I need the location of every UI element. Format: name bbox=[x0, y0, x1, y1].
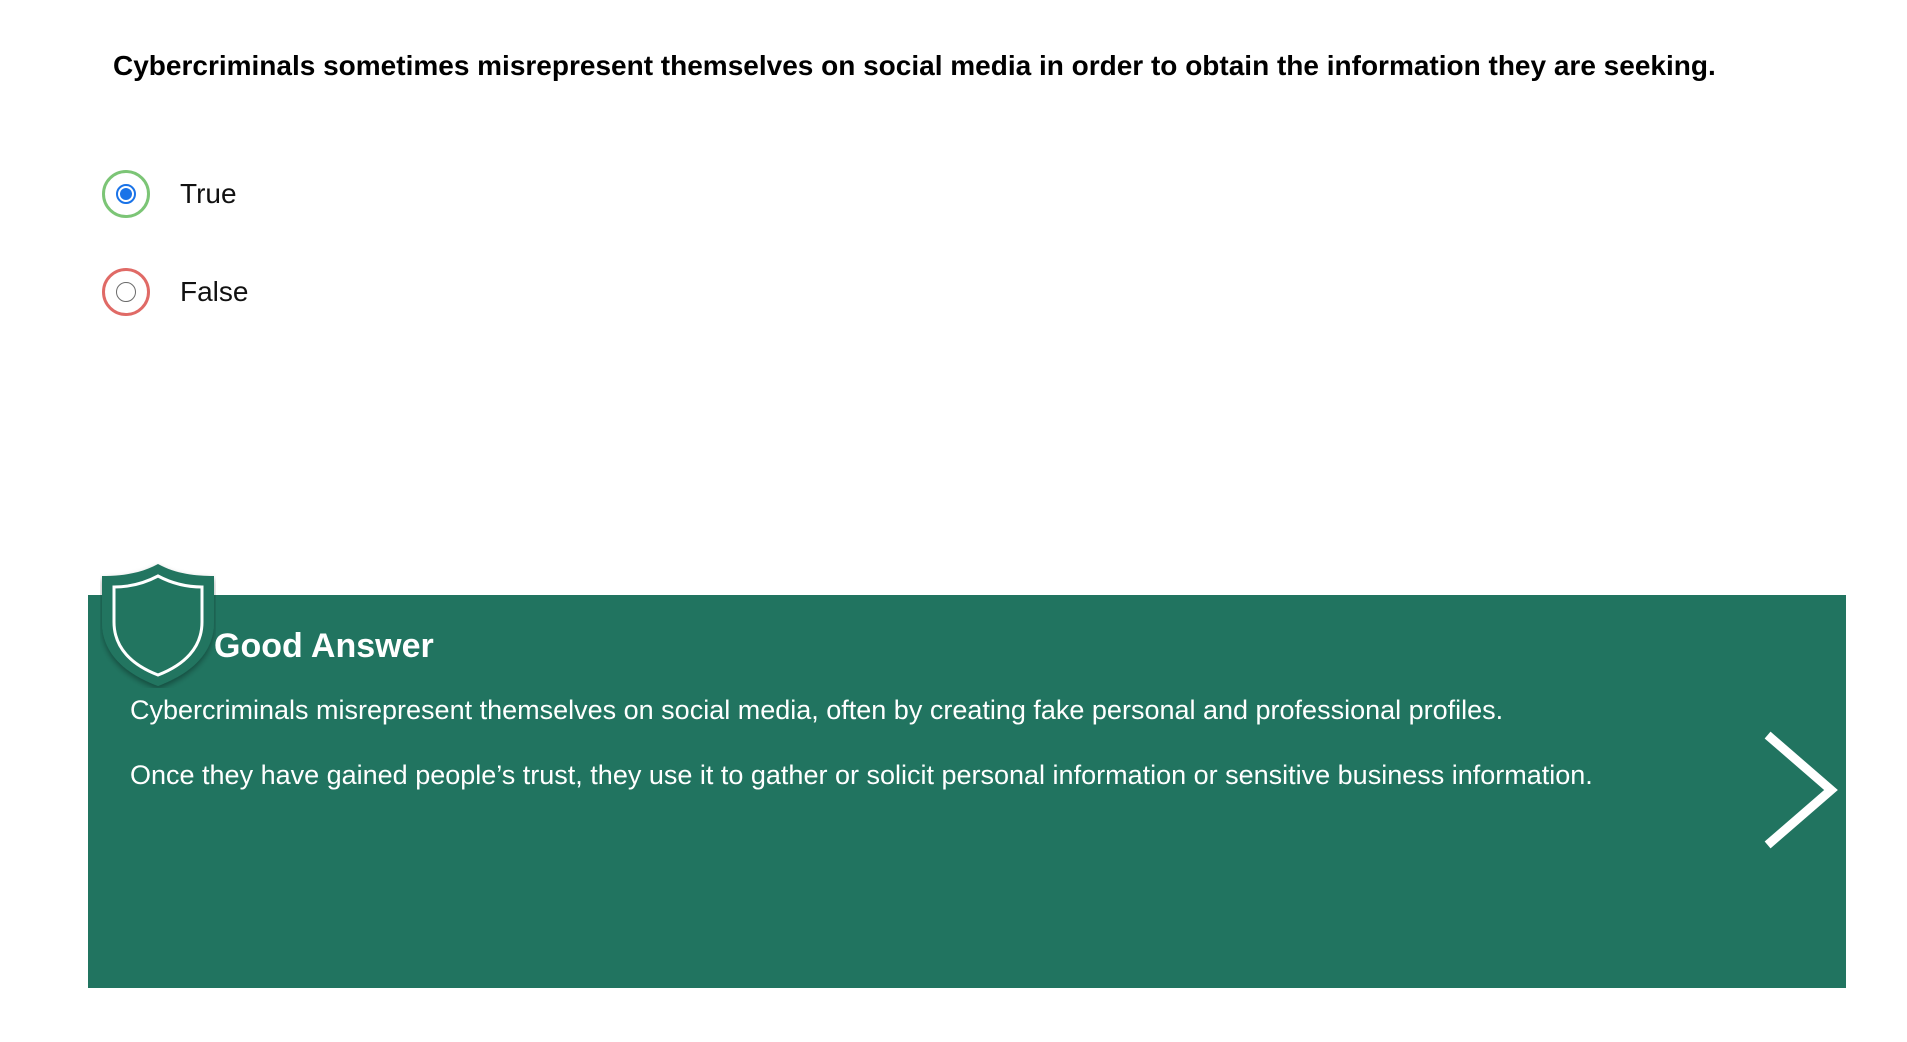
feedback-panel: Good Answer Cybercriminals misrepresent … bbox=[88, 595, 1846, 988]
radio-false[interactable] bbox=[116, 282, 136, 302]
feedback-paragraph: Once they have gained people’s trust, th… bbox=[130, 760, 1593, 790]
option-true[interactable]: True bbox=[102, 170, 237, 218]
option-true-label: True bbox=[180, 178, 237, 209]
radio-true[interactable] bbox=[116, 184, 136, 204]
question-text: Cybercriminals sometimes misrepresent th… bbox=[113, 50, 1716, 81]
shield-icon bbox=[102, 564, 214, 686]
option-false-label: False bbox=[180, 276, 249, 307]
radio-ring-correct bbox=[102, 170, 150, 218]
feedback-title: Good Answer bbox=[214, 627, 434, 665]
option-false[interactable]: False bbox=[102, 268, 248, 316]
radio-selected-dot bbox=[120, 188, 132, 200]
chevron-right-icon[interactable] bbox=[1761, 730, 1841, 850]
feedback-paragraph: Cybercriminals misrepresent themselves o… bbox=[130, 695, 1504, 725]
radio-ring-incorrect bbox=[102, 268, 150, 316]
